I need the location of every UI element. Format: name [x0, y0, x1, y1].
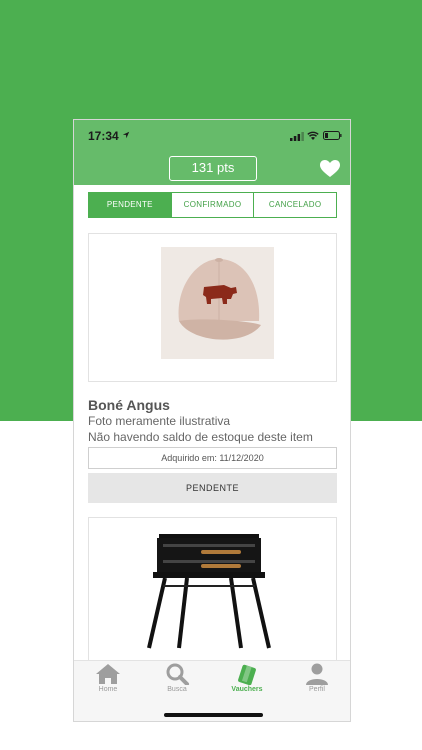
- tabbar-item-perfil[interactable]: Perfil: [287, 663, 347, 693]
- profile-icon: [306, 663, 328, 685]
- voucher-image-card-2[interactable]: [88, 517, 337, 677]
- voucher-image-card[interactable]: [88, 233, 337, 382]
- status-tabs: PENDENTE CONFIRMADO CANCELADO: [88, 192, 337, 218]
- tabbar-label-perfil: Perfil: [309, 686, 325, 693]
- voucher-icon: [238, 664, 256, 685]
- tabbar-label-busca: Busca: [167, 686, 187, 693]
- signal-icon: [290, 132, 304, 141]
- wifi-icon: [307, 131, 319, 140]
- status-time: 17:34: [88, 129, 119, 143]
- home-indicator[interactable]: [164, 713, 263, 717]
- grill-product-image: [147, 534, 271, 649]
- phone-screen: 17:34 131 pts PENDENTE CONFIRMADO CANCEL…: [73, 119, 351, 722]
- voucher-description-1: Foto meramente ilustrativa: [88, 414, 231, 428]
- acquired-date: Adquirido em: 11/12/2020: [88, 447, 337, 469]
- tabbar-item-home[interactable]: Home: [78, 663, 138, 693]
- status-bar: 17:34: [74, 120, 350, 153]
- tabbar-label-home: Home: [98, 686, 118, 693]
- voucher-description-2: Não havendo saldo de estoque deste item: [88, 430, 313, 444]
- cap-product-image: [161, 247, 274, 359]
- tabbar-item-vauchers[interactable]: Vauchers: [217, 663, 277, 693]
- tabbar-item-busca[interactable]: Busca: [147, 663, 207, 693]
- tab-confirmado[interactable]: CONFIRMADO: [170, 193, 254, 217]
- tabbar-label-vauchers: Vauchers: [231, 686, 263, 693]
- tab-pendente[interactable]: PENDENTE: [89, 193, 171, 217]
- tab-cancelado[interactable]: CANCELADO: [253, 193, 337, 217]
- voucher-status-button[interactable]: PENDENTE: [88, 473, 337, 503]
- search-icon: [166, 663, 189, 685]
- home-icon: [96, 664, 120, 684]
- voucher-title: Boné Angus: [88, 397, 170, 413]
- battery-icon: [323, 131, 342, 140]
- points-badge[interactable]: 131 pts: [169, 156, 257, 181]
- location-arrow-icon: [122, 131, 130, 139]
- heart-icon[interactable]: [320, 160, 340, 178]
- app-header: 131 pts: [74, 153, 350, 185]
